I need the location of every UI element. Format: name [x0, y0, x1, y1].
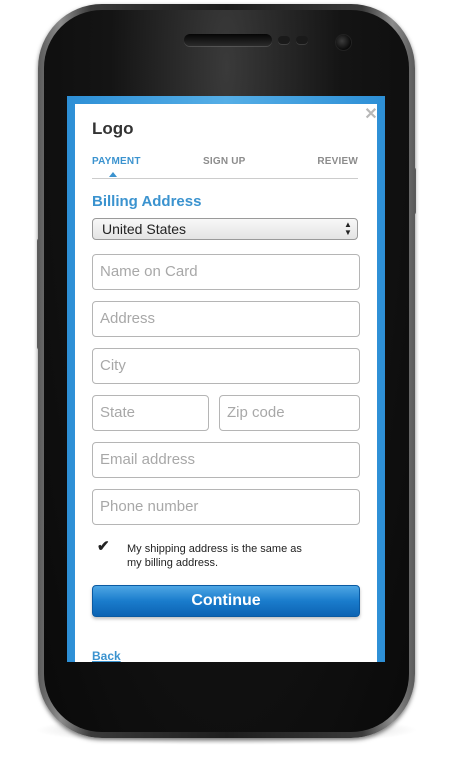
same-address-label: My shipping address is the same as my bi… — [127, 542, 337, 570]
name-on-card-field[interactable]: Name on Card — [92, 254, 360, 290]
speaker-grille — [184, 34, 272, 46]
step-payment: PAYMENT — [92, 156, 141, 167]
logo: Logo — [92, 119, 134, 138]
phone-screen: ✕ Logo PAYMENT SIGN UP REVIEW Billing Ad… — [67, 96, 385, 662]
phone-placeholder: Phone number — [100, 498, 199, 515]
same-address-label-line1: My shipping address is the same as — [127, 543, 302, 555]
country-select[interactable]: United States ▲ ▼ — [92, 218, 358, 240]
country-select-value: United States — [102, 221, 187, 237]
city-field[interactable]: City — [92, 348, 360, 384]
zip-code-placeholder: Zip code — [227, 404, 285, 421]
same-address-checkbox[interactable]: ✔ — [97, 539, 111, 554]
name-on-card-placeholder: Name on Card — [100, 263, 198, 280]
active-step-marker — [109, 172, 117, 177]
continue-button[interactable]: Continue — [92, 585, 360, 617]
state-placeholder: State — [100, 404, 136, 421]
checkout-panel: ✕ Logo PAYMENT SIGN UP REVIEW Billing Ad… — [75, 104, 378, 662]
phone-field[interactable]: Phone number — [92, 489, 360, 525]
close-icon[interactable]: ✕ — [364, 107, 378, 123]
proximity-sensor — [278, 36, 290, 44]
address-field[interactable]: Address — [92, 301, 360, 337]
front-camera — [336, 35, 351, 50]
email-field[interactable]: Email address — [92, 442, 360, 478]
back-link[interactable]: Back — [92, 649, 121, 662]
step-review: REVIEW — [317, 156, 358, 167]
city-placeholder: City — [100, 357, 126, 374]
same-address-label-line2: my billing address. — [127, 557, 219, 569]
section-title: Billing Address — [92, 193, 202, 210]
address-placeholder: Address — [100, 310, 156, 327]
email-placeholder: Email address — [100, 451, 196, 468]
checkout-steps: PAYMENT SIGN UP REVIEW — [92, 156, 358, 179]
select-arrows-icon: ▲ ▼ — [344, 220, 352, 237]
light-sensor — [296, 36, 308, 44]
step-sign-up: SIGN UP — [203, 156, 246, 167]
zip-code-field[interactable]: Zip code — [219, 395, 360, 431]
state-field[interactable]: State — [92, 395, 209, 431]
